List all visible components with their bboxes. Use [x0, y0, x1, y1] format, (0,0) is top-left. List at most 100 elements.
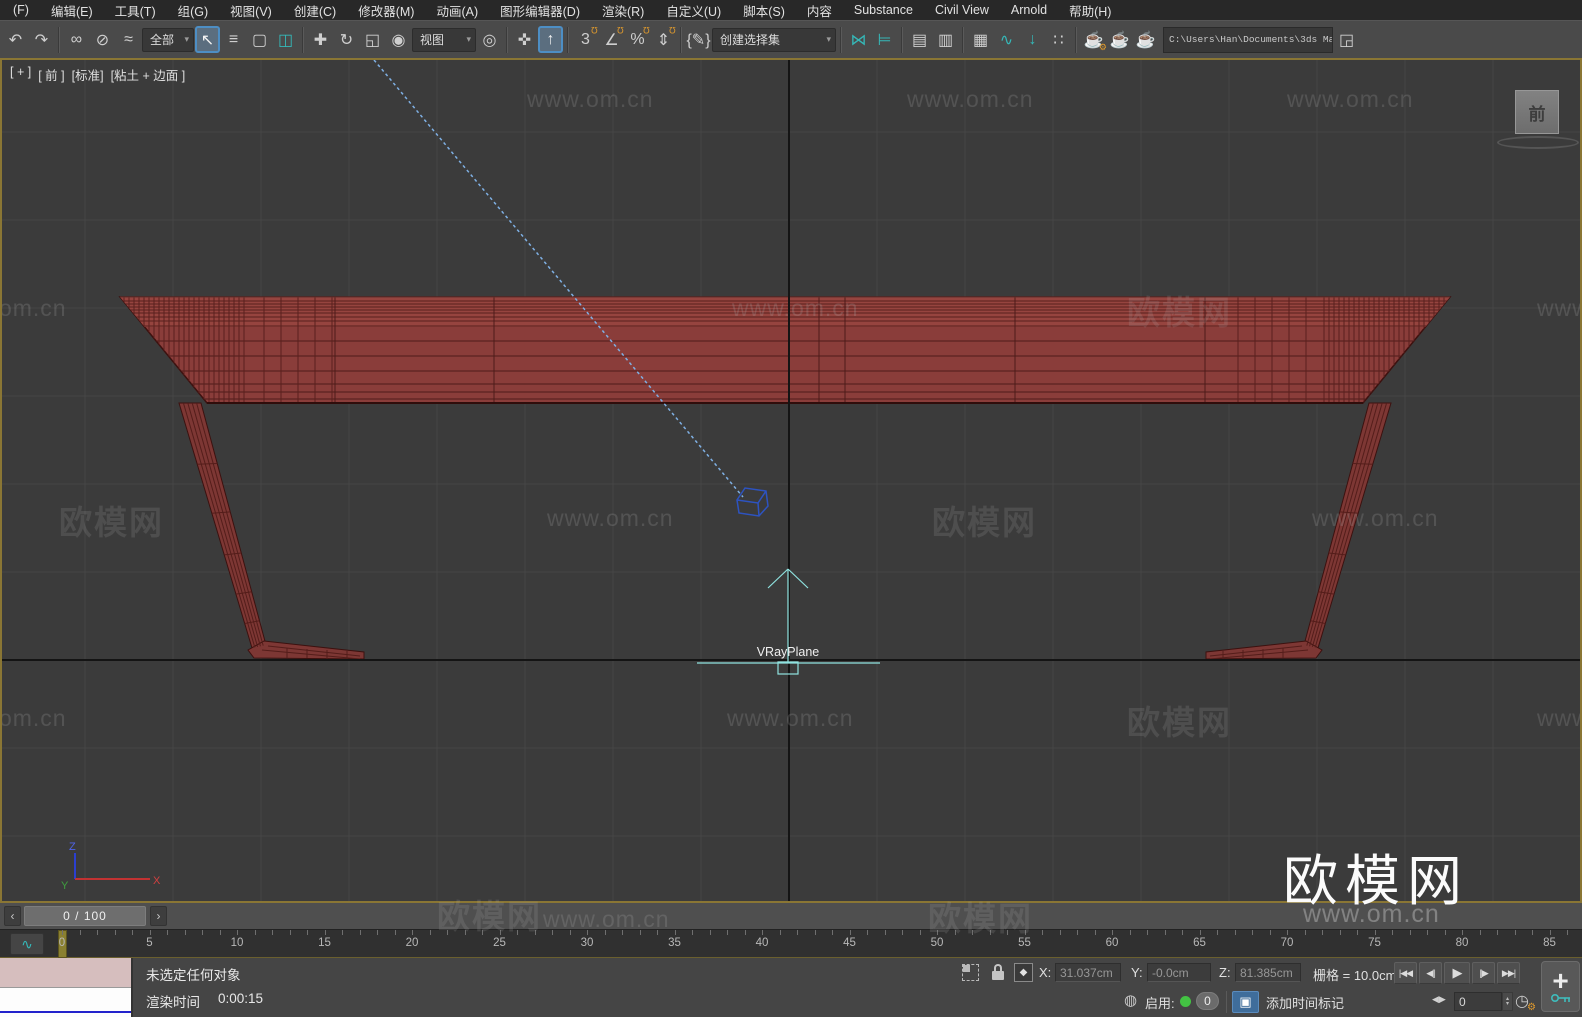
toggle-scene-explorer-icon[interactable]: ▥	[933, 26, 958, 53]
select-object-icon[interactable]: ↖	[195, 26, 220, 53]
viewcube-face[interactable]: 前	[1515, 90, 1559, 134]
snap-toggle-3d-icon[interactable]: 3Ω	[573, 26, 598, 53]
use-pivot-point-center-icon[interactable]: ◎	[477, 26, 502, 53]
enable-status-dot[interactable]	[1180, 996, 1191, 1007]
viewport-canvas[interactable]: VRayPlane Z X Y	[2, 60, 1580, 901]
menu-item-0[interactable]: (F)	[2, 1, 40, 19]
track-bar[interactable]: ∿ 0510152025303540455055606570758085	[0, 929, 1582, 958]
menu-item-13[interactable]: Substance	[843, 1, 924, 19]
chevron-down-icon[interactable]: ▾	[826, 34, 831, 45]
menu-item-4[interactable]: 视图(V)	[219, 0, 283, 22]
render-production-icon[interactable]: ☕	[1133, 26, 1158, 53]
time-tag-cube-button[interactable]: ▣	[1232, 991, 1259, 1013]
angle-snap-toggle-icon[interactable]: ∠Ω	[599, 26, 624, 53]
menu-item-15[interactable]: Arnold	[1000, 1, 1058, 19]
viewport-general-menu[interactable]: [ + ]	[10, 65, 31, 84]
previous-frame-button[interactable]: ‹	[4, 906, 21, 926]
toggle-layer-explorer-icon[interactable]: ▤	[907, 26, 932, 53]
frame-step-arrows[interactable]: ◀▶	[1432, 994, 1446, 1005]
render-setup-icon[interactable]: ☕⚙	[1081, 26, 1106, 53]
next-frame-key-button[interactable]: ||▶	[1472, 962, 1495, 984]
select-and-link-icon[interactable]: ∞	[64, 26, 89, 53]
toggle-ribbon-icon[interactable]: ▦	[968, 26, 993, 53]
curve-editor-icon[interactable]: ∿	[994, 26, 1019, 53]
viewcube-compass-ring[interactable]	[1497, 136, 1579, 149]
selection-filter-dropdown[interactable]: 全部▾	[142, 28, 194, 52]
chevron-down-icon[interactable]: ▾	[184, 34, 189, 45]
align-icon[interactable]: ⊨	[872, 26, 897, 53]
keyboard-shortcut-override-icon[interactable]: ↑	[538, 26, 563, 53]
time-slider-thumb[interactable]: 0 / 100	[24, 906, 146, 926]
toggle-xview-icon[interactable]: ∷	[1046, 26, 1071, 53]
viewport-front[interactable]: VRayPlane Z X Y [ + ] [ 前 ] [标准] [粘土 + 边…	[0, 58, 1582, 903]
percent-snap-toggle-icon[interactable]: %Ω	[625, 26, 650, 53]
enable-count-badge[interactable]: 0	[1196, 992, 1219, 1010]
go-to-end-button[interactable]: ▶▶|	[1497, 962, 1520, 984]
viewport-shading-menu[interactable]: [粘土 + 边面 ]	[111, 65, 186, 84]
viewport-pov-menu[interactable]: [ 前 ]	[38, 65, 64, 84]
edit-named-selection-sets-icon[interactable]: {✎}	[686, 26, 711, 53]
select-and-move-icon[interactable]: ✚	[308, 26, 333, 53]
rectangular-selection-region-icon[interactable]: ▢	[247, 26, 272, 53]
menu-item-6[interactable]: 修改器(M)	[347, 0, 425, 22]
set-keys-button[interactable]: +	[1541, 961, 1580, 1012]
spinner-snap-toggle-icon[interactable]: ⇕Ω	[651, 26, 676, 53]
render-frame-window-icon[interactable]: ☕	[1107, 26, 1132, 53]
select-by-name-icon[interactable]: ≡	[221, 26, 246, 53]
window-crossing-toggle-icon[interactable]: ◫	[273, 26, 298, 53]
magnet-icon: Ω	[669, 25, 676, 35]
go-to-start-button[interactable]: |◀◀	[1394, 962, 1417, 984]
add-time-tag[interactable]: 添加时间标记	[1266, 993, 1344, 1012]
menu-item-14[interactable]: Civil View	[924, 1, 1000, 19]
trackbar-tick	[1182, 930, 1183, 935]
mirror-icon[interactable]: ⋈	[846, 26, 871, 53]
isolate-selection-toggle[interactable]	[962, 964, 979, 981]
menu-item-5[interactable]: 创建(C)	[283, 0, 347, 22]
chevron-down-icon[interactable]: ▾	[466, 34, 471, 45]
listener-caret-line	[0, 1011, 131, 1013]
next-frame-button[interactable]: ›	[150, 906, 167, 926]
selection-lock-toggle[interactable]	[991, 964, 1005, 981]
select-and-manipulate-icon[interactable]: ✜	[512, 26, 537, 53]
menu-item-10[interactable]: 自定义(U)	[655, 0, 732, 22]
menu-item-16[interactable]: 帮助(H)	[1058, 0, 1122, 22]
viewport-style-menu[interactable]: [标准]	[72, 65, 104, 84]
menu-item-9[interactable]: 渲染(R)	[591, 0, 655, 22]
menu-item-7[interactable]: 动画(A)	[425, 0, 489, 22]
current-frame-field[interactable]	[1454, 992, 1502, 1011]
maxscript-mini-listener[interactable]	[0, 958, 133, 1017]
y-coordinate-field[interactable]	[1147, 963, 1211, 982]
menu-item-3[interactable]: 组(G)	[167, 0, 220, 22]
light-gizmo-cube[interactable]	[737, 488, 768, 516]
listener-pane[interactable]	[0, 988, 131, 1017]
play-button[interactable]: ▶	[1444, 962, 1470, 984]
current-frame-field-group: ▴▾	[1454, 992, 1513, 1011]
previous-frame-key-button[interactable]: ◀||	[1419, 962, 1442, 984]
viewcube[interactable]: 前	[1497, 88, 1581, 154]
absolute-offset-mode-toggle[interactable]: ◆	[1014, 963, 1033, 982]
time-configuration-button[interactable]: ◷⚙	[1515, 991, 1529, 1011]
menu-item-12[interactable]: 内容	[796, 0, 843, 22]
unlink-selection-icon[interactable]: ⊘	[90, 26, 115, 53]
menu-item-8[interactable]: 图形编辑器(D)	[489, 0, 591, 22]
macro-recorder-pane[interactable]	[0, 958, 131, 988]
named-selection-sets-dropdown[interactable]: 创建选择集▾	[712, 28, 836, 52]
menu-item-1[interactable]: 编辑(E)	[40, 0, 104, 22]
redo-icon[interactable]: ↷	[29, 26, 54, 53]
bind-to-space-warp-icon[interactable]: ≈	[116, 26, 141, 53]
menu-item-11[interactable]: 脚本(S)	[732, 0, 796, 22]
workspace-icon[interactable]: ◲	[1334, 26, 1359, 53]
reference-coordinate-system-dropdown[interactable]: 视图▾	[412, 28, 476, 52]
dope-sheet-icon[interactable]: ↓	[1020, 26, 1045, 53]
mini-curve-editor-button[interactable]: ∿	[10, 933, 44, 955]
select-and-rotate-icon[interactable]: ↻	[334, 26, 359, 53]
select-and-scale-icon[interactable]: ◱	[360, 26, 385, 53]
frame-spinner[interactable]: ▴▾	[1502, 992, 1513, 1011]
table-model[interactable]	[120, 296, 1450, 659]
x-coordinate-field[interactable]	[1055, 963, 1121, 982]
project-folder-dropdown[interactable]: C:\Users\Han\Documents\3ds Max 2022▾	[1163, 27, 1333, 53]
undo-icon[interactable]: ↶	[3, 26, 28, 53]
menu-item-2[interactable]: 工具(T)	[104, 0, 167, 22]
select-and-place-icon[interactable]: ◉	[386, 26, 411, 53]
z-coordinate-field[interactable]	[1235, 963, 1301, 982]
